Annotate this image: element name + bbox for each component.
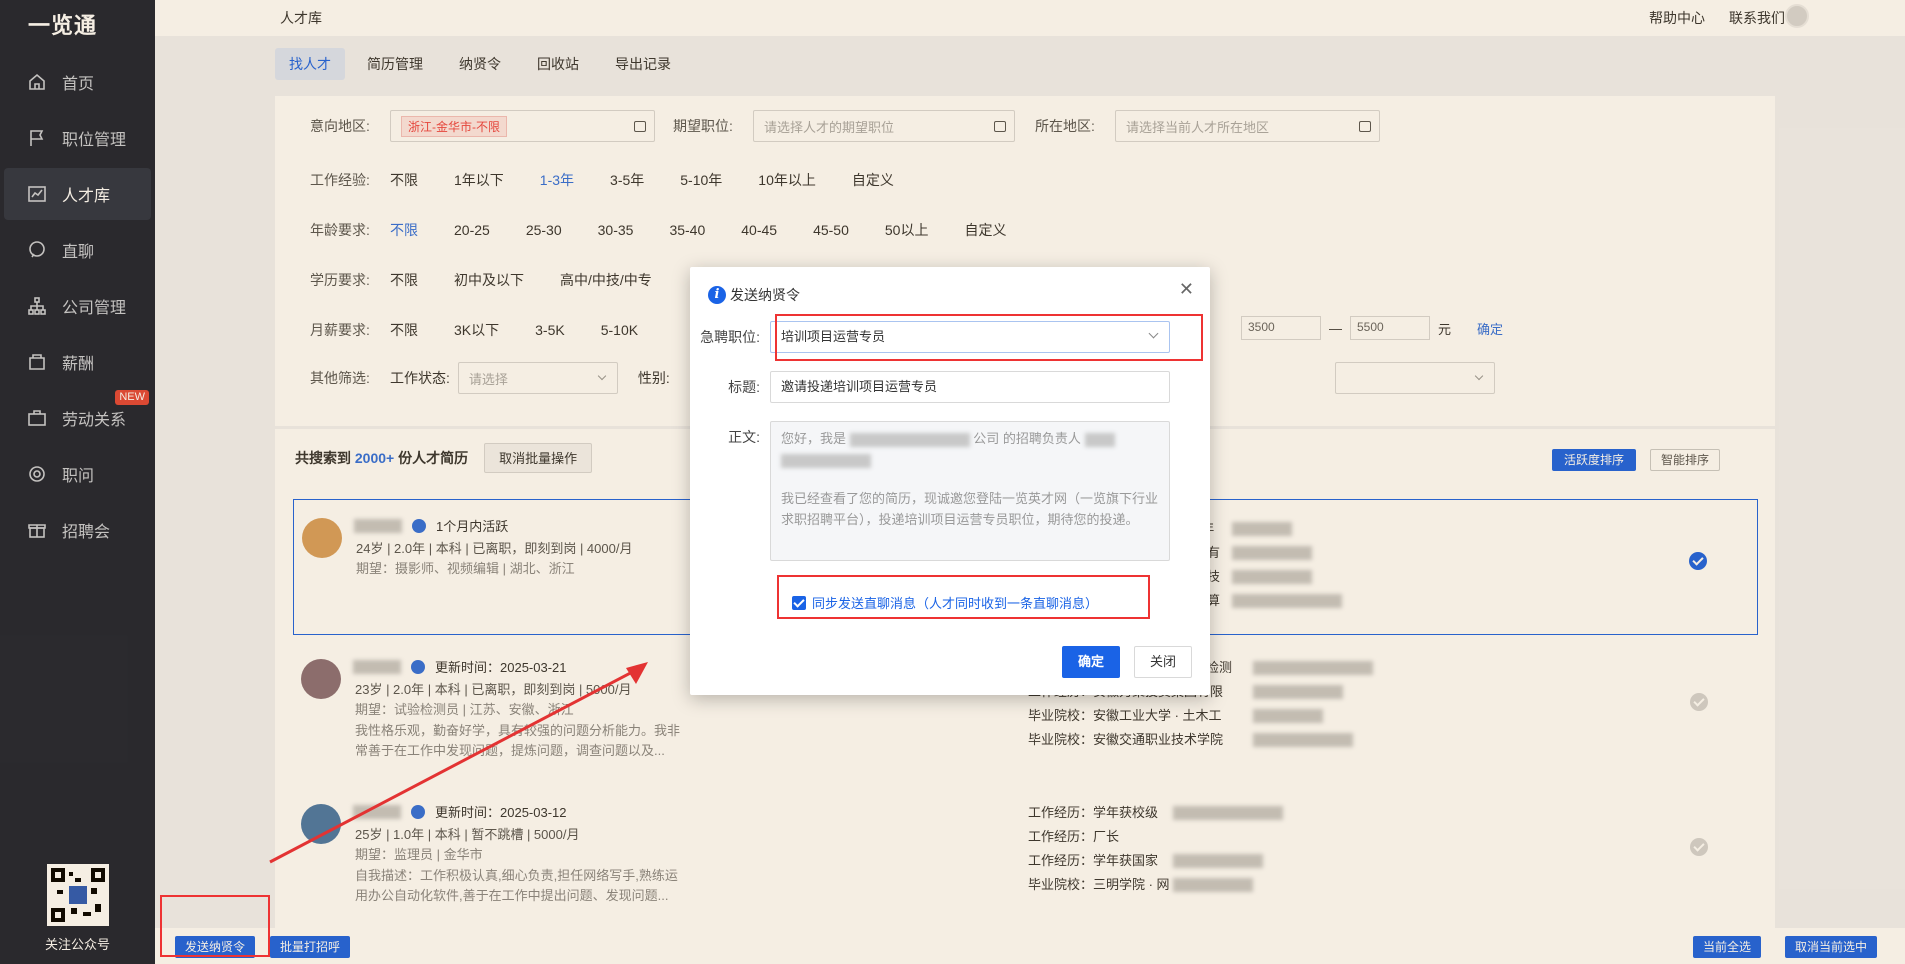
subject-row: 标题: 邀请投递培训项目运营专员 [690, 371, 1170, 403]
body-textarea[interactable]: 您好，我是 公司 的招聘负责人 我已经查看了您的简历，现诚邀您登陆一览英才网（一… [770, 421, 1170, 561]
urgent-position-label: 急聘职位: [700, 329, 760, 345]
body-row: 正文: 您好，我是 公司 的招聘负责人 我已经查看了您的简历，现诚邀您登陆一览英… [690, 421, 1170, 561]
body-label: 正文: [728, 429, 760, 445]
close-icon[interactable]: ✕ [1179, 279, 1194, 300]
body-paragraph: 我已经查看了您的简历，现诚邀您登陆一览英才网（一览旗下行业求职招聘平台），投递培… [781, 491, 1159, 527]
confirm-button[interactable]: 确定 [1062, 646, 1120, 678]
body-greeting: 您好，我是 公司 的招聘负责人 [781, 428, 1159, 449]
dialog-title: i 发送纳贤令 [708, 285, 800, 305]
info-icon: i [708, 286, 726, 304]
name-blurred [1084, 432, 1115, 447]
highlight-box-sync [777, 575, 1150, 619]
close-button[interactable]: 关闭 [1134, 646, 1192, 678]
subject-label: 标题: [728, 379, 760, 395]
subject-input[interactable]: 邀请投递培训项目运营专员 [770, 371, 1170, 403]
name-blurred [781, 453, 871, 468]
highlight-box-position [775, 314, 1203, 361]
body-line1: 您好，我是 [781, 431, 847, 446]
body-line1b: 公司 的招聘负责人 [973, 431, 1081, 446]
company-blurred [849, 432, 970, 447]
highlight-box-send [160, 895, 270, 957]
dialog-title-text: 发送纳贤令 [730, 287, 800, 303]
